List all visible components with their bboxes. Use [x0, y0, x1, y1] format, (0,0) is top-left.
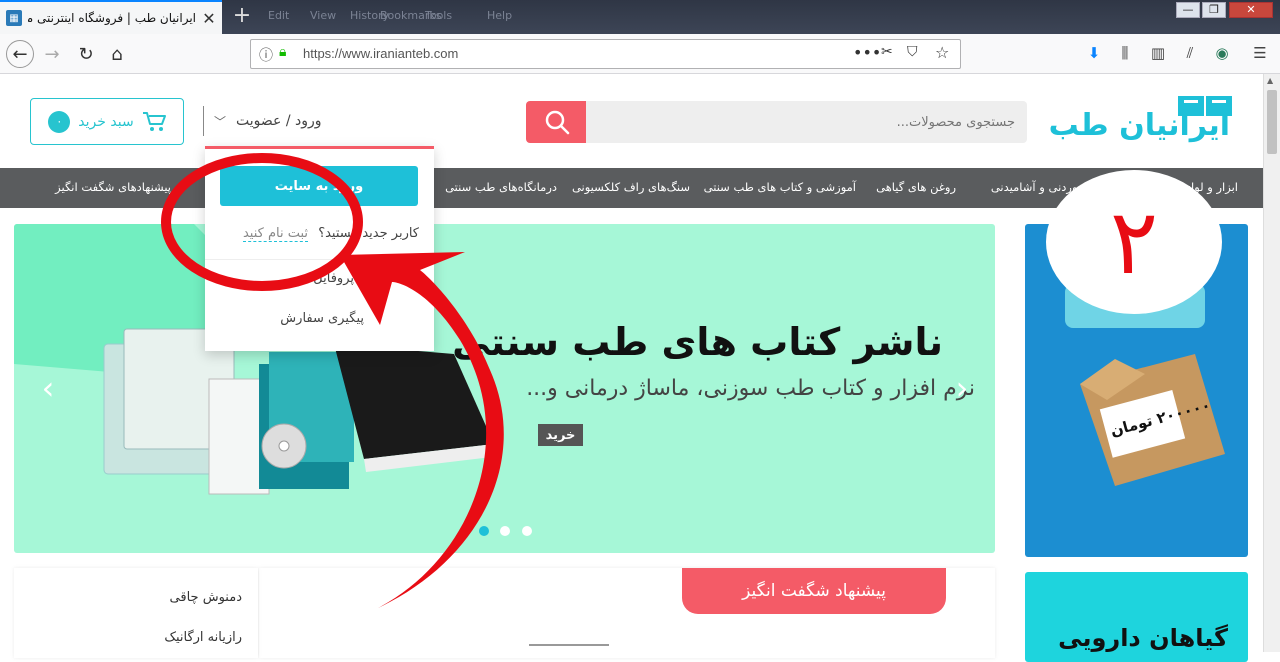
tab-close-icon[interactable]: ✕ [202, 9, 216, 28]
order-tracking-link[interactable]: پیگیری سفارش [280, 311, 364, 326]
hamburger-menu-icon[interactable]: ☰ [1250, 44, 1270, 62]
cart-label: سبد خرید [78, 113, 134, 130]
site-header: ۰ سبد خرید ﹀ ورود / عضویت ایرانیان طب [0, 74, 1263, 168]
cart-count-badge: ۰ [48, 110, 71, 133]
slider-dot-1[interactable] [479, 526, 489, 536]
amazing-offer-section: پیشنهاد شگفت انگیز [259, 568, 995, 658]
browser-tab-bar: ▦ ایرانیان طب | فروشگاه اینترنتی محصولات… [0, 0, 1280, 34]
menu-item-books[interactable]: آموزشی و کتاب های طب سنتی [704, 180, 856, 194]
sidebar-icon[interactable]: ▥ [1148, 44, 1168, 62]
cart-icon [142, 111, 166, 131]
new-user-row: کاربر جدید هستید؟ ثبت نام کنید [242, 226, 419, 242]
scroll-up-icon[interactable]: ▲ [1267, 76, 1273, 85]
buy-button[interactable]: خرید [538, 424, 583, 446]
new-tab-button[interactable]: + [230, 4, 254, 28]
scroll-thumb[interactable] [1267, 90, 1277, 154]
tab-title: ایرانیان طب | فروشگاه اینترنتی محصولات [28, 11, 196, 25]
slider-subline: نرم افزار و کتاب طب سوزنی، ماساژ درمانی … [526, 376, 975, 401]
browser-nav-bar: ← → ↻ ⌂ ⓘ 🔒︎ https://www.iranianteb.com … [0, 34, 1280, 74]
back-arrow-icon[interactable]: ← [6, 40, 34, 68]
login-label: ورود / عضویت [236, 113, 322, 129]
step-number-badge: ۲ [1046, 170, 1222, 314]
menu-item-stones[interactable]: سنگ‌های راف کلکسیونی [572, 180, 690, 194]
download-icon[interactable]: ⬇ [1084, 44, 1104, 62]
reload-icon[interactable]: ↻ [72, 40, 100, 68]
search-icon [545, 110, 569, 135]
category-item[interactable]: رازیانه ارگانیک [164, 630, 242, 645]
browser-tab[interactable]: ▦ ایرانیان طب | فروشگاه اینترنتی محصولات… [0, 0, 222, 34]
category-list: دمنوش چاقی رازیانه ارگانیک [14, 568, 258, 658]
pocket-icon[interactable]: ⛉ [907, 44, 918, 60]
screenshot-icon[interactable]: ✂ [881, 44, 893, 60]
lock-icon: 🔒︎ [279, 44, 287, 60]
menu-item-offers[interactable]: پیشنهادهای شگفت انگیز [55, 180, 171, 194]
slider-dot-2[interactable] [500, 526, 510, 536]
profile-link[interactable]: پروفایل [313, 271, 354, 286]
more-actions-icon[interactable]: ••• [853, 43, 881, 62]
site-login-button[interactable]: ورود به سایت [220, 166, 418, 206]
category-item[interactable]: دمنوش چاقی [170, 590, 242, 605]
menu-view[interactable]: View [310, 9, 336, 22]
slider-prev-icon[interactable]: ‹ [36, 369, 60, 407]
window-close-icon[interactable]: ✕ [1229, 2, 1273, 18]
menu-item-oils[interactable]: روغن های گیاهی [876, 180, 956, 194]
slider-dot-3[interactable] [522, 526, 532, 536]
menu-tools[interactable]: Tools [425, 9, 452, 22]
url-bar[interactable]: ⓘ 🔒︎ https://www.iranianteb.com ••• ✂ ⛉ … [250, 39, 961, 69]
divider [205, 259, 434, 260]
account-dropdown: ورود به سایت کاربر جدید هستید؟ ثبت نام ک… [205, 146, 434, 351]
minimize-icon[interactable]: — [1176, 2, 1200, 18]
chevron-down-icon: ﹀ [214, 114, 227, 129]
search-bar [526, 101, 1027, 143]
bookmark-star-icon[interactable]: ☆ [935, 43, 949, 62]
hero-slider[interactable]: ناشر کتاب های طب سنتی نرم افزار و کتاب ط… [14, 224, 995, 553]
extension-icon[interactable]: ◉ [1212, 44, 1232, 62]
menu-item-clinics[interactable]: درمانگاه‌های طب سنتی [445, 180, 557, 194]
slider-next-icon[interactable]: › [950, 369, 974, 407]
search-button[interactable] [526, 101, 587, 143]
page-scrollbar[interactable]: ▲ [1263, 74, 1280, 652]
library-icon[interactable]: ⫼ [1115, 44, 1135, 62]
slider-headline: ناشر کتاب های طب سنتی [452, 320, 943, 364]
logo-text: ایرانیان طب [1048, 108, 1230, 143]
forward-arrow-icon[interactable]: → [38, 40, 66, 68]
login-register-menu[interactable]: ﹀ ورود / عضویت [203, 106, 338, 136]
menu-edit[interactable]: Edit [268, 9, 289, 22]
reader-icon[interactable]: ⫽ [1180, 44, 1200, 62]
amazing-offer-badge: پیشنهاد شگفت انگیز [682, 568, 946, 614]
new-user-question: کاربر جدید هستید؟ [318, 226, 419, 241]
search-input[interactable] [586, 101, 1027, 143]
register-link[interactable]: ثبت نام کنید [242, 226, 309, 242]
cart-button[interactable]: ۰ سبد خرید [30, 98, 184, 145]
menu-help[interactable]: Help [487, 9, 512, 22]
home-icon[interactable]: ⌂ [103, 40, 131, 68]
url-text[interactable]: https://www.iranianteb.com [303, 46, 458, 61]
info-icon[interactable]: ⓘ [259, 45, 273, 65]
herbs-banner-text: گیاهان دارویی [1058, 624, 1228, 652]
strikethrough-price [529, 644, 609, 646]
site-favicon-icon: ▦ [6, 10, 22, 26]
side-banner-herbs[interactable]: گیاهان دارویی [1025, 572, 1248, 662]
site-logo[interactable]: ایرانیان طب [1049, 90, 1238, 152]
maximize-icon[interactable]: ❐ [1202, 2, 1226, 18]
